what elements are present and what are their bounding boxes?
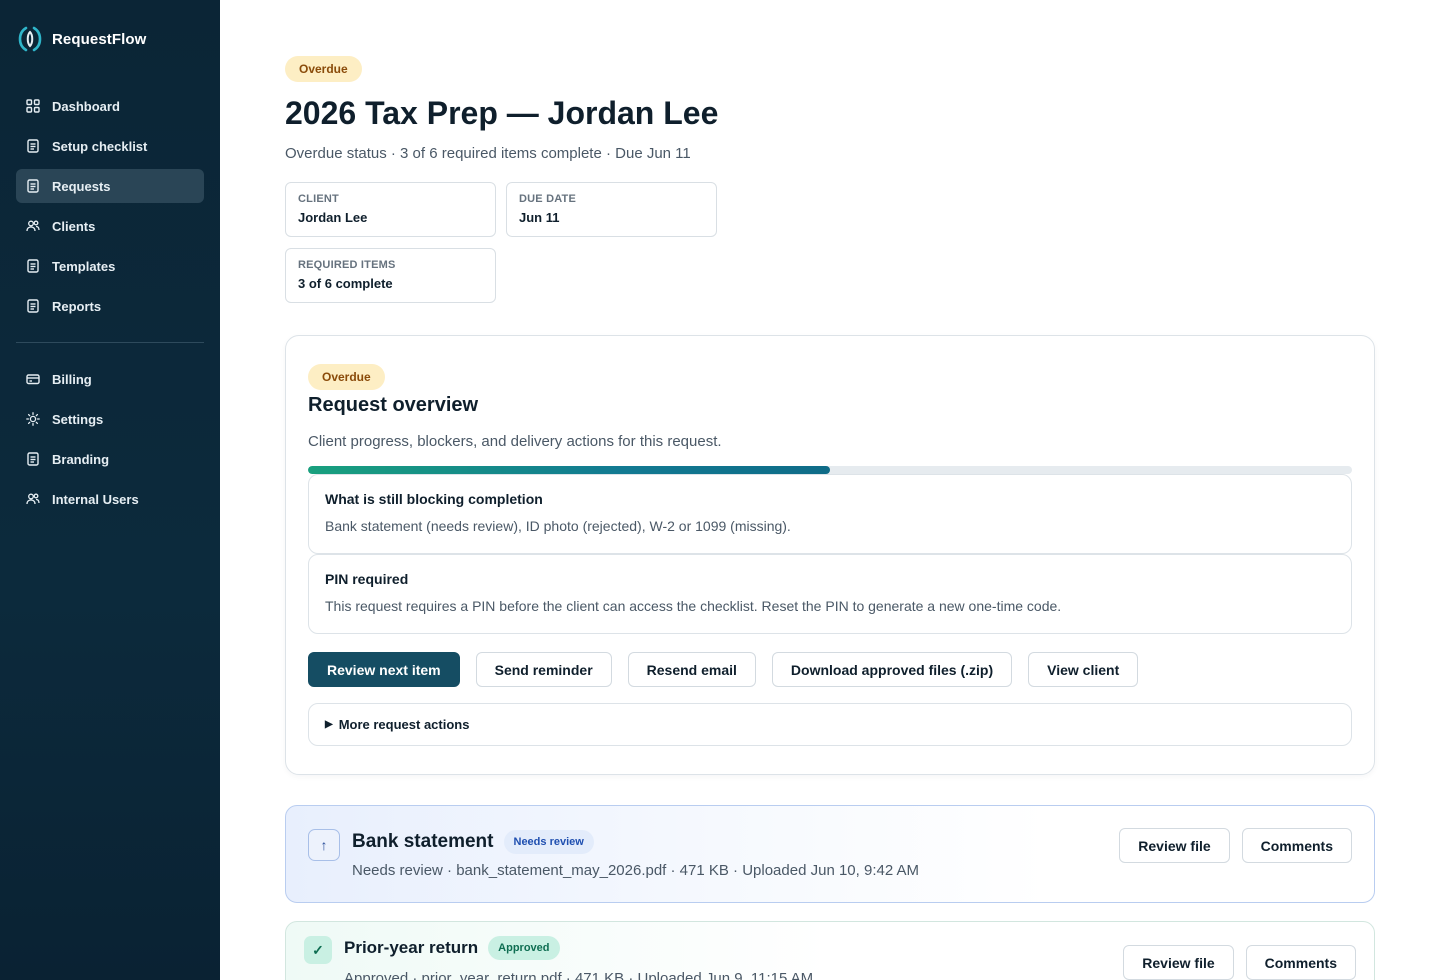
request-item-bank-statement: ↑ Bank statement Needs review Needs revi… (285, 805, 1375, 903)
upload-arrow-icon: ↑ (308, 829, 340, 861)
download-approved-files-button[interactable]: Download approved files (.zip) (771, 652, 1013, 687)
sidebar-item-label: Reports (52, 298, 102, 314)
info-label: Due date (519, 193, 577, 205)
notice-title: What is still blocking completion (325, 491, 543, 507)
sidebar-item-billing[interactable]: Billing (16, 362, 204, 396)
info-value: Jordan Lee (298, 210, 368, 225)
sidebar: RequestFlow Dashboard Setup checklist Re… (0, 0, 220, 980)
info-value: Jun 11 (519, 210, 560, 225)
sidebar-item-label: Clients (52, 218, 96, 234)
item-title-row: Prior-year return Approved (344, 936, 560, 960)
page-title: 2026 Tax Prep — Jordan Lee (285, 95, 719, 131)
view-client-button[interactable]: View client (1028, 652, 1139, 687)
sidebar-divider (16, 342, 204, 343)
users-icon (26, 493, 40, 505)
required-items-info-card: Required items 3 of 6 complete (285, 248, 496, 303)
document-icon (27, 179, 39, 193)
notice-title: PIN required (325, 571, 409, 587)
sidebar-item-internal-users[interactable]: Internal Users (16, 482, 204, 516)
sidebar-item-label: Settings (52, 411, 104, 427)
grid-icon (26, 99, 40, 113)
comments-button[interactable]: Comments (1245, 945, 1356, 980)
item-actions: Review file Comments (1119, 828, 1352, 863)
sidebar-item-requests[interactable]: Requests (16, 169, 204, 203)
sidebar-item-setup-checklist[interactable]: Setup checklist (16, 129, 204, 163)
blocking-notice: What is still blocking completion Bank s… (308, 474, 1352, 554)
review-next-item-button[interactable]: Review next item (308, 652, 460, 687)
resend-email-button[interactable]: Resend email (627, 652, 756, 687)
info-label: Client (298, 193, 339, 205)
sidebar-item-templates[interactable]: Templates (16, 249, 204, 283)
sidebar-item-label: Setup checklist (52, 138, 148, 154)
overview-title: Request overview (308, 394, 479, 416)
caret-right-icon: ▶ (325, 719, 333, 730)
client-info-card: Client Jordan Lee (285, 182, 496, 237)
item-title: Bank statement (352, 831, 494, 852)
notice-text: Bank statement (needs review), ID photo … (325, 518, 791, 534)
sidebar-item-label: Dashboard (52, 98, 120, 114)
info-label: Required items (298, 259, 396, 271)
progress-fill (308, 466, 830, 474)
notice-text: This request requires a PIN before the c… (325, 598, 1062, 614)
status-badge: Overdue (285, 56, 362, 82)
review-file-button[interactable]: Review file (1119, 828, 1230, 863)
due-date-info-card: Due date Jun 11 (506, 182, 717, 237)
request-overview-card: Overdue Request overview Client progress… (285, 335, 1375, 775)
app-name: RequestFlow (52, 30, 147, 48)
sun-icon (26, 412, 40, 426)
more-actions-label: More request actions (338, 717, 470, 732)
overview-actions: Review next item Send reminder Resend em… (308, 652, 1139, 687)
sidebar-item-label: Branding (52, 451, 110, 467)
status-badge: Needs review (503, 830, 594, 854)
requestflow-logo-icon (18, 26, 42, 52)
sidebar-item-reports[interactable]: Reports (16, 289, 204, 323)
sidebar-item-label: Requests (52, 178, 111, 194)
review-file-button[interactable]: Review file (1123, 945, 1234, 980)
item-actions: Review file Comments (1123, 945, 1356, 980)
request-item-prior-year-return: ✓ Prior-year return Approved Approved · … (285, 921, 1375, 980)
page-subtitle: Overdue status · 3 of 6 required items c… (285, 145, 691, 162)
document-icon (27, 299, 39, 313)
sidebar-item-label: Internal Users (52, 491, 139, 507)
send-reminder-button[interactable]: Send reminder (475, 652, 612, 687)
users-icon (26, 220, 40, 232)
sidebar-item-label: Billing (52, 371, 92, 387)
progress-bar (308, 466, 1352, 474)
sidebar-nav: Dashboard Setup checklist Requests Clien… (16, 89, 204, 522)
overview-description: Client progress, blockers, and delivery … (308, 433, 722, 450)
overview-status-badge: Overdue (308, 364, 385, 390)
item-meta: Approved · prior_year_return.pdf · 471 K… (344, 970, 814, 980)
document-icon (27, 452, 39, 466)
item-title-row: Bank statement Needs review (352, 830, 594, 854)
document-icon (27, 259, 39, 273)
pin-notice: PIN required This request requires a PIN… (308, 554, 1352, 634)
check-icon: ✓ (304, 936, 332, 964)
brand[interactable]: RequestFlow (18, 26, 146, 52)
card-icon (26, 374, 40, 385)
more-request-actions-toggle[interactable]: ▶ More request actions (308, 703, 1352, 746)
item-meta: Needs review · bank_statement_may_2026.p… (352, 862, 920, 879)
info-value: 3 of 6 complete (298, 276, 393, 291)
sidebar-item-dashboard[interactable]: Dashboard (16, 89, 204, 123)
sidebar-item-label: Templates (52, 258, 116, 274)
sidebar-item-settings[interactable]: Settings (16, 402, 204, 436)
status-badge: Approved (488, 936, 560, 960)
document-icon (27, 139, 39, 153)
comments-button[interactable]: Comments (1241, 828, 1352, 863)
sidebar-item-branding[interactable]: Branding (16, 442, 204, 476)
item-title: Prior-year return (344, 938, 479, 957)
sidebar-item-clients[interactable]: Clients (16, 209, 204, 243)
